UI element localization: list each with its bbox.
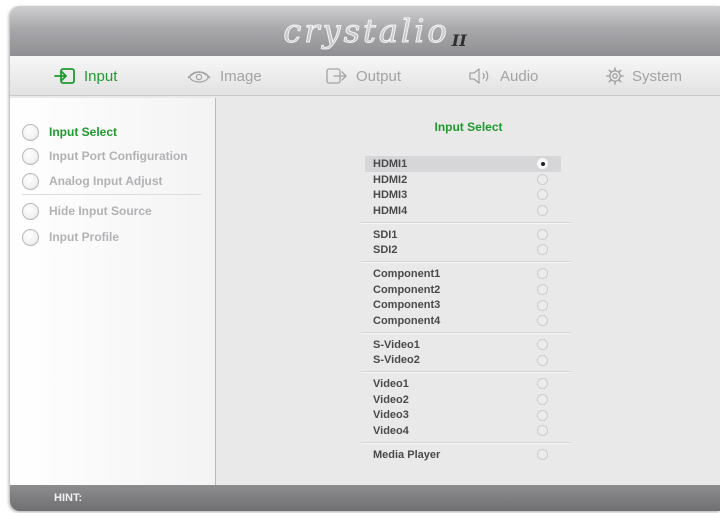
sidebar-item-label: Analog Input Adjust <box>49 174 163 188</box>
sidebar-item-input-port-configuration[interactable]: Input Port Configuration <box>22 145 208 167</box>
input-option-hdmi2[interactable]: HDMI2 <box>365 172 561 188</box>
input-option-media-player[interactable]: Media Player <box>365 447 561 463</box>
input-option-component1[interactable]: Component1 <box>365 266 561 282</box>
radio-button-icon[interactable] <box>537 449 548 460</box>
radio-button-icon[interactable] <box>537 205 548 217</box>
brand-logo-suffix: II <box>451 30 467 50</box>
radio-button-icon[interactable] <box>537 299 548 311</box>
sidebar-item-label: Input Select <box>49 125 118 139</box>
tab-output[interactable]: Output <box>326 56 401 96</box>
radio-button-icon[interactable] <box>537 354 548 366</box>
input-option-label: Component4 <box>373 315 441 328</box>
radio-button-icon[interactable] <box>537 173 548 185</box>
radio-button-icon[interactable] <box>537 244 548 256</box>
sidebar-item-analog-input-adjust[interactable]: Analog Input Adjust <box>22 170 208 192</box>
radio-icon <box>22 123 39 141</box>
sidebar-item-label: Hide Input Source <box>49 204 152 218</box>
app-window: crystalio II Input Image Output Audio Sy… <box>10 6 720 511</box>
input-option-hdmi4[interactable]: HDMI4 <box>365 203 561 219</box>
group-divider <box>361 331 571 333</box>
input-option-label: S-Video2 <box>373 354 420 367</box>
main-tab-bar: Input Image Output Audio System <box>10 56 720 96</box>
radio-button-icon[interactable] <box>537 425 548 437</box>
input-option-video2[interactable]: Video2 <box>365 392 561 408</box>
tab-audio[interactable]: Audio <box>468 56 538 96</box>
radio-button-icon[interactable] <box>537 158 548 169</box>
eye-icon <box>186 68 212 84</box>
input-source-list: HDMI1 HDMI2 HDMI3 HDMI4 SDI1 SDI2 Component1 Co… <box>361 156 571 463</box>
radio-button-icon[interactable] <box>537 338 548 350</box>
radio-icon <box>22 172 39 190</box>
input-option-label: Component2 <box>373 283 441 296</box>
input-option-s-video1[interactable]: S-Video1 <box>365 337 561 353</box>
page-title: Input Select <box>434 120 503 134</box>
input-option-component4[interactable]: Component4 <box>365 313 561 329</box>
input-option-label: S-Video1 <box>373 338 420 351</box>
sidebar-item-input-profile[interactable]: Input Profile <box>22 226 208 248</box>
tab-image[interactable]: Image <box>186 56 262 96</box>
sidebar: Input Select Input Port Configuration An… <box>10 98 216 485</box>
input-option-label: Video4 <box>373 425 409 438</box>
radio-button-icon[interactable] <box>537 189 548 201</box>
speaker-icon <box>468 68 492 84</box>
radio-button-icon[interactable] <box>537 315 548 327</box>
radio-button-icon[interactable] <box>537 268 548 280</box>
sidebar-item-hide-input-source[interactable]: Hide Input Source <box>22 200 208 222</box>
radio-button-icon[interactable] <box>537 283 548 295</box>
tab-system[interactable]: System <box>606 56 682 96</box>
input-option-label: HDMI3 <box>373 189 408 202</box>
input-icon <box>54 68 76 84</box>
radio-icon <box>22 228 39 246</box>
input-option-label: SDI1 <box>373 228 398 241</box>
input-option-label: Media Player <box>373 448 441 461</box>
sidebar-divider <box>22 194 202 195</box>
content-panel: Input Select HDMI1 HDMI2 HDMI3 HDMI4 SDI1 SDI… <box>217 98 720 485</box>
input-option-label: HDMI4 <box>373 204 408 217</box>
radio-icon <box>22 202 39 220</box>
input-option-label: Video2 <box>373 393 409 406</box>
brand-logo: crystalio <box>283 12 450 51</box>
radio-button-icon[interactable] <box>537 409 548 421</box>
input-option-video1[interactable]: Video1 <box>365 376 561 392</box>
radio-icon <box>22 147 39 165</box>
input-option-hdmi1[interactable]: HDMI1 <box>365 156 561 172</box>
title-bar: crystalio II <box>10 6 720 56</box>
group-divider <box>361 261 571 263</box>
input-option-video3[interactable]: Video3 <box>365 408 561 424</box>
group-divider <box>361 221 571 223</box>
tab-input[interactable]: Input <box>54 56 117 96</box>
input-option-label: HDMI2 <box>373 173 408 186</box>
tab-system-label: System <box>632 67 683 85</box>
output-icon <box>326 68 348 84</box>
group-divider <box>361 371 571 373</box>
sidebar-item-label: Input Port Configuration <box>49 149 188 163</box>
input-option-label: Video1 <box>373 378 409 391</box>
input-option-label: HDMI1 <box>373 157 408 170</box>
radio-button-icon[interactable] <box>537 393 548 405</box>
input-option-sdi2[interactable]: SDI2 <box>365 242 561 258</box>
input-option-label: Video3 <box>373 409 409 422</box>
tab-output-label: Output <box>356 67 402 85</box>
group-divider <box>361 442 571 443</box>
input-option-component3[interactable]: Component3 <box>365 298 561 314</box>
input-option-label: Component3 <box>373 299 441 312</box>
tab-input-label: Input <box>84 67 118 85</box>
input-option-label: SDI2 <box>373 244 398 257</box>
input-option-hdmi3[interactable]: HDMI3 <box>365 187 561 203</box>
hint-label: HINT: <box>54 492 83 504</box>
input-option-label: Component1 <box>373 267 441 280</box>
input-option-video4[interactable]: Video4 <box>365 423 561 439</box>
tab-audio-label: Audio <box>500 67 539 85</box>
sidebar-item-label: Input Profile <box>49 230 119 244</box>
sidebar-item-input-select[interactable]: Input Select <box>22 121 208 143</box>
input-option-s-video2[interactable]: S-Video2 <box>365 353 561 369</box>
radio-button-icon[interactable] <box>537 228 548 240</box>
tab-image-label: Image <box>220 67 262 85</box>
gear-icon <box>606 67 624 85</box>
input-option-component2[interactable]: Component2 <box>365 282 561 298</box>
hint-bar: HINT: <box>10 485 720 511</box>
radio-button-icon[interactable] <box>537 378 548 390</box>
input-option-sdi1[interactable]: SDI1 <box>365 227 561 243</box>
